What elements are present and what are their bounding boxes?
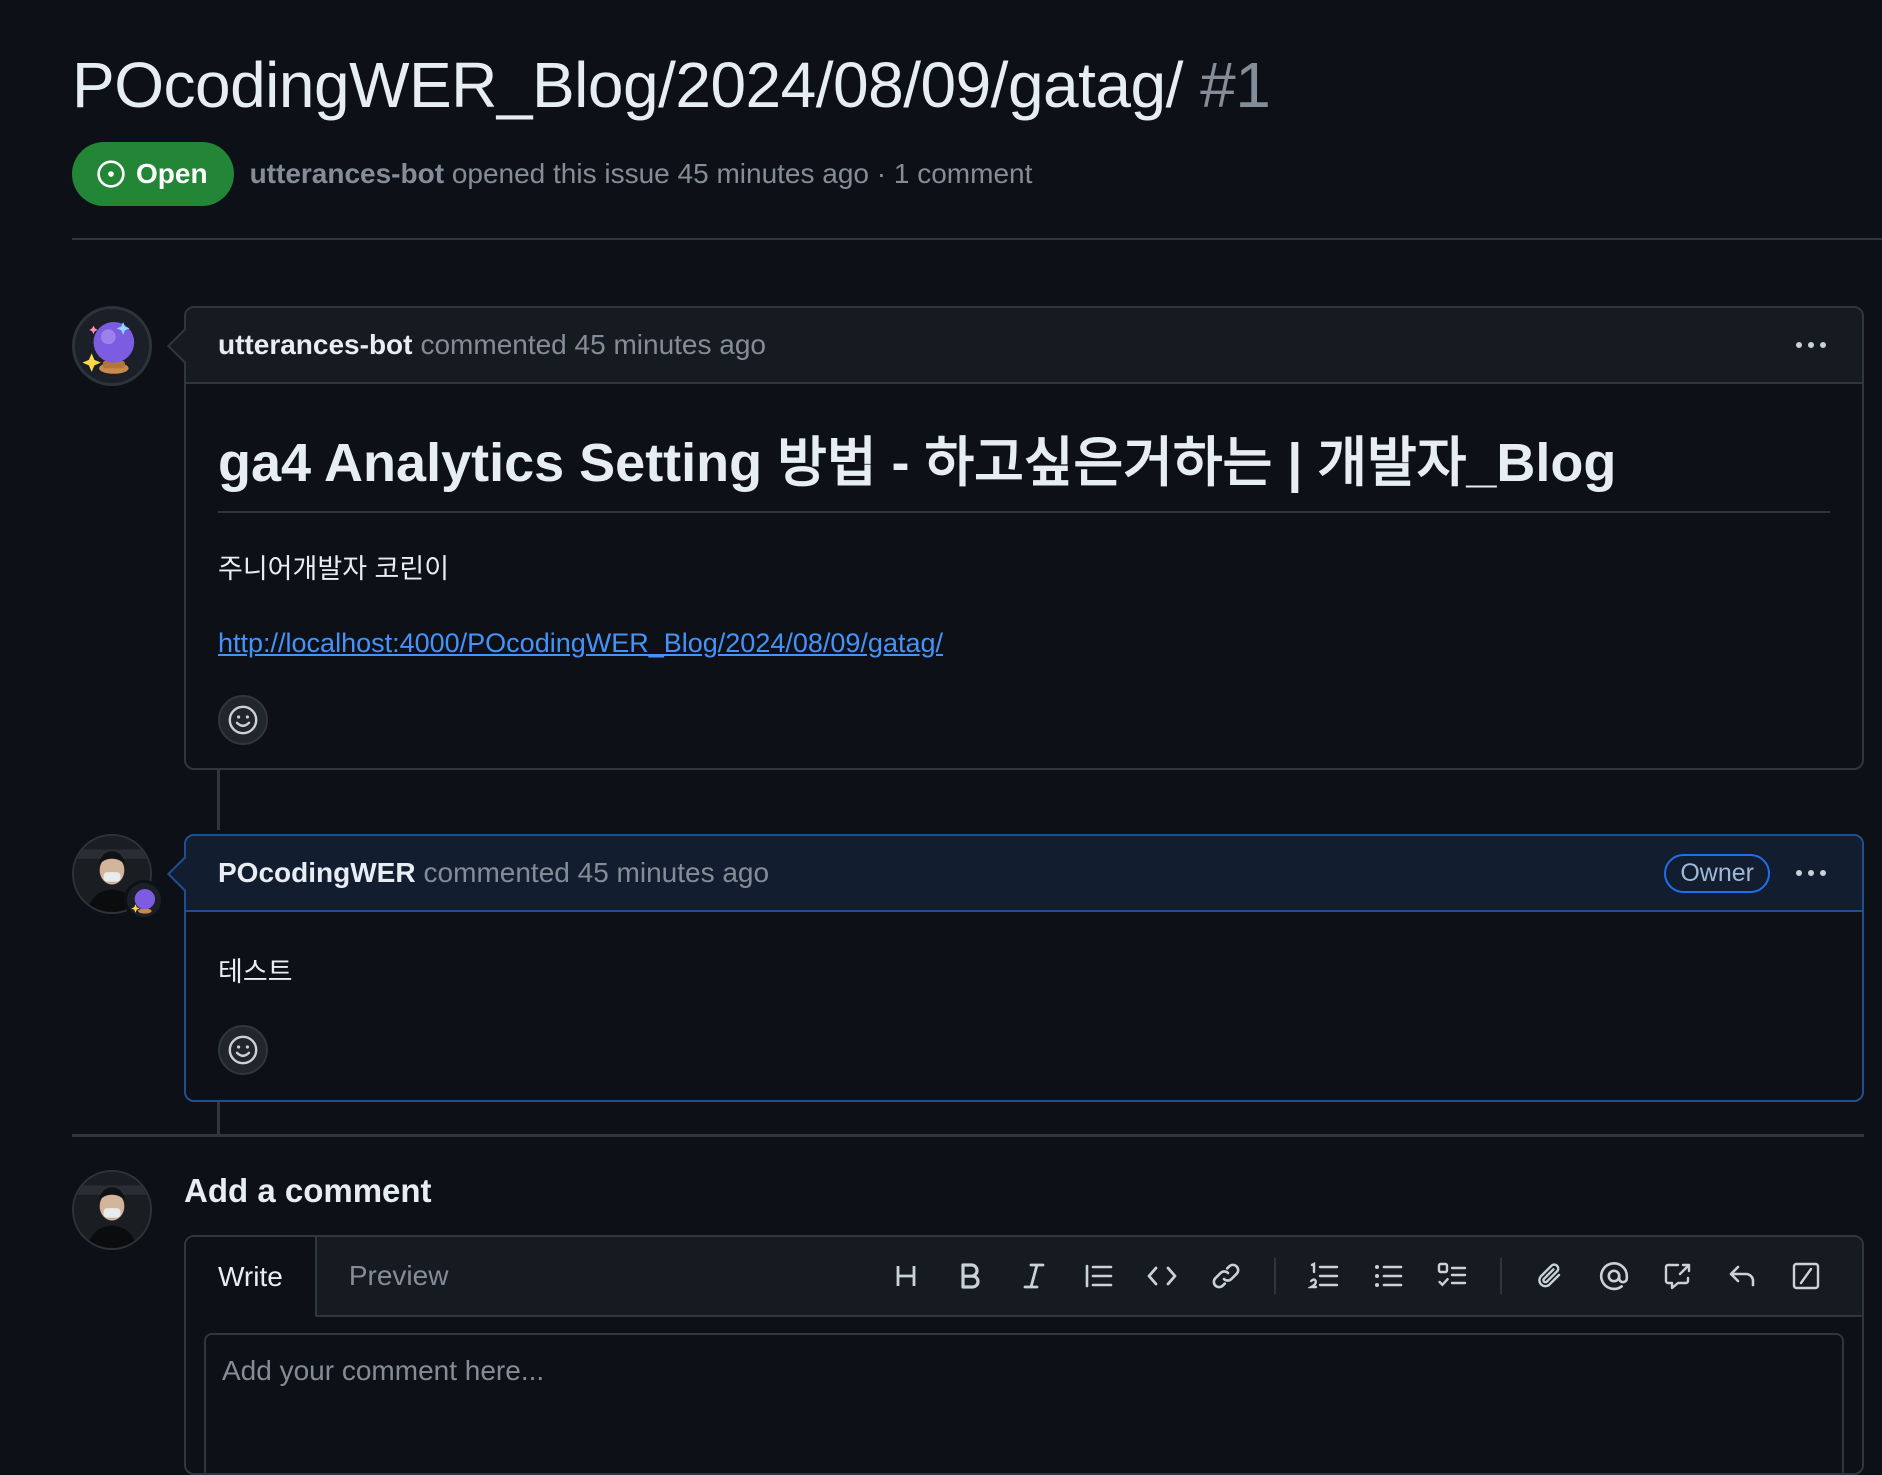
comment-paragraph: 테스트 — [218, 957, 293, 987]
comment-author-link[interactable]: utterances-bot — [218, 329, 412, 361]
issue-meta-detail: opened this issue 45 minutes ago · 1 com… — [451, 158, 1033, 189]
attach-icon — [1538, 1263, 1561, 1288]
timeline-connector — [217, 1100, 220, 1136]
comment-options-button[interactable] — [1792, 862, 1830, 884]
dot — [1808, 342, 1814, 348]
tab-preview[interactable]: Preview — [317, 1237, 481, 1315]
task-list-button[interactable] — [1420, 1248, 1484, 1304]
quote-button[interactable] — [1066, 1248, 1130, 1304]
timeline-divider — [72, 1134, 1864, 1137]
add-reaction-button[interactable] — [218, 695, 268, 745]
dot — [1796, 870, 1802, 876]
header-divider — [72, 238, 1882, 240]
numbered-list-icon — [1308, 1262, 1339, 1289]
comment-body: 테스트 — [186, 912, 1862, 1075]
formatting-tools — [874, 1237, 1838, 1315]
crystal-ball-icon — [82, 321, 135, 374]
bold-icon — [961, 1263, 980, 1289]
avatar — [72, 1170, 152, 1250]
issue-author-link[interactable]: utterances-bot — [250, 158, 444, 189]
tab-write[interactable]: Write — [186, 1237, 317, 1317]
comment-caret — [167, 857, 201, 891]
italic-icon — [1023, 1263, 1045, 1289]
cross-reference-button[interactable] — [1646, 1248, 1710, 1304]
reply-icon — [1729, 1265, 1755, 1287]
comment-heading: ga4 Analytics Setting 방법 - 하고싶은거하는 | 개발자… — [218, 384, 1830, 513]
comment-options-button[interactable] — [1792, 334, 1830, 356]
dot — [1808, 870, 1814, 876]
reply-button[interactable] — [1710, 1248, 1774, 1304]
mention-icon — [1599, 1262, 1629, 1291]
crystal-ball-icon — [131, 888, 156, 914]
comment-header: utterances-bot commented 45 minutes ago — [167, 308, 1862, 384]
comment-editor: Write Preview — [184, 1235, 1864, 1475]
smiley-icon — [228, 1035, 258, 1065]
heading-button[interactable] — [874, 1248, 938, 1304]
owner-badge: Owner — [1664, 853, 1770, 893]
user-photo-icon — [74, 1172, 150, 1248]
comment-author-link[interactable]: POcodingWER — [218, 857, 416, 889]
issue-opened-icon — [97, 160, 125, 188]
comment-timestamp: commented 45 minutes ago — [420, 329, 766, 360]
bulleted-list-icon — [1375, 1265, 1403, 1287]
dot — [1820, 342, 1826, 348]
quote-icon — [1085, 1264, 1113, 1288]
link-icon — [1212, 1263, 1240, 1289]
comment-card: utterances-bot commented 45 minutes ago … — [167, 306, 1864, 770]
status-badge: Open — [72, 142, 234, 206]
italic-button[interactable] — [1002, 1248, 1066, 1304]
slash-commands-icon — [1792, 1262, 1820, 1290]
issue-meta: Open utterances-bot opened this issue 45… — [72, 142, 1032, 206]
link-button[interactable] — [1194, 1248, 1258, 1304]
cross-reference-icon — [1664, 1263, 1691, 1290]
comment-link[interactable]: http://localhost:4000/POcodingWER_Blog/2… — [218, 628, 943, 659]
issue-meta-text: utterances-bot opened this issue 45 minu… — [250, 158, 1033, 190]
code-button[interactable] — [1130, 1248, 1194, 1304]
numbered-list-button[interactable] — [1292, 1248, 1356, 1304]
issue-number: #1 — [1200, 49, 1271, 121]
editor-toolbar: Write Preview — [186, 1237, 1862, 1317]
timeline-connector — [217, 770, 220, 830]
smiley-icon — [228, 705, 258, 735]
dot — [1820, 870, 1826, 876]
toolbar-separator — [1500, 1258, 1502, 1294]
heading-icon — [896, 1266, 916, 1286]
issue-title-text: POcodingWER_Blog/2024/08/09/gatag/ — [72, 49, 1183, 121]
bulleted-list-button[interactable] — [1356, 1248, 1420, 1304]
add-comment-heading: Add a comment — [184, 1172, 432, 1209]
dot — [1796, 342, 1802, 348]
add-reaction-button[interactable] — [218, 1025, 268, 1075]
attach-button[interactable] — [1518, 1248, 1582, 1304]
toolbar-separator — [1274, 1258, 1276, 1294]
comment-textarea[interactable] — [204, 1333, 1844, 1473]
comment-paragraph: 주니어개발자 코린이 — [218, 554, 450, 584]
comment-header: POcodingWER commented 45 minutes ago Own… — [167, 836, 1862, 912]
comment-timestamp: commented 45 minutes ago — [423, 857, 770, 888]
avatar[interactable] — [72, 306, 152, 386]
task-list-icon — [1437, 1262, 1467, 1287]
status-label: Open — [136, 158, 208, 189]
bot-mini-avatar — [124, 880, 164, 920]
comment-caret — [167, 329, 201, 363]
comment-body: ga4 Analytics Setting 방법 - 하고싶은거하는 | 개발자… — [186, 384, 1862, 745]
issue-title: POcodingWER_Blog/2024/08/09/gatag/ #1 — [72, 48, 1271, 122]
mention-button[interactable] — [1582, 1248, 1646, 1304]
bold-button[interactable] — [938, 1248, 1002, 1304]
slash-commands-button[interactable] — [1774, 1248, 1838, 1304]
code-icon — [1147, 1266, 1177, 1286]
comment-card: POcodingWER commented 45 minutes ago Own… — [167, 834, 1864, 1102]
